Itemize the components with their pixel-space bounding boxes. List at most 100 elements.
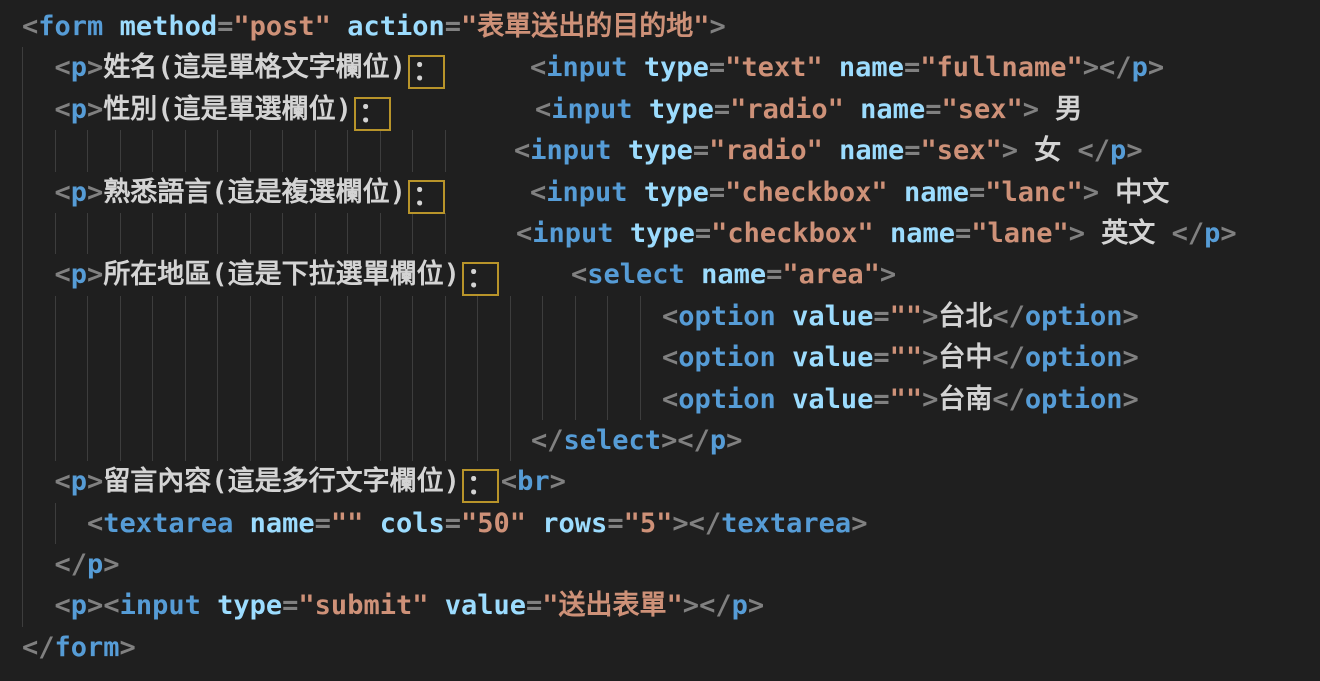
attribute-token: name — [890, 218, 955, 249]
punctuation-token: = — [526, 590, 542, 621]
text-token — [844, 94, 860, 125]
code-line-head: <p>留言內容(這是多行文字欄位)：<br> — [0, 461, 566, 503]
code-line[interactable]: <p><input type="submit" value="送出表單"></p… — [0, 585, 1320, 626]
string-token: "50" — [461, 508, 526, 539]
indent-guide — [445, 337, 446, 378]
indent-guide — [510, 379, 511, 420]
indent-guide — [120, 379, 121, 420]
indent-guide — [477, 337, 478, 378]
code-line[interactable]: <option value="">台南</option> — [0, 379, 1320, 420]
text-token — [685, 259, 701, 290]
unicode-highlight-box: ： — [354, 97, 391, 131]
indent-guide — [380, 213, 381, 254]
indent-guide — [217, 296, 218, 337]
code-line[interactable]: </form> — [0, 627, 1320, 668]
tag-token: option — [678, 342, 776, 373]
indent-guide — [412, 337, 413, 378]
punctuation-token: </ — [1078, 135, 1111, 166]
indent-guide — [445, 379, 446, 420]
punctuation-token: > — [87, 52, 103, 83]
indent-guide — [250, 337, 251, 378]
punctuation-token: > — [880, 259, 896, 290]
code-line[interactable]: <option value="">台中</option> — [0, 337, 1320, 378]
indent-guide — [477, 296, 478, 337]
indent-guide — [380, 337, 381, 378]
string-token: "area" — [782, 259, 880, 290]
string-token: "submit" — [298, 590, 428, 621]
string-token: "fullname" — [920, 52, 1083, 83]
code-line[interactable]: <option value="">台北</option> — [0, 296, 1320, 337]
unicode-highlight-box: ： — [408, 55, 445, 89]
tag-token: option — [1025, 342, 1123, 373]
punctuation-token: < — [530, 52, 546, 83]
indent-guide — [120, 420, 121, 461]
indent-guide — [55, 420, 56, 461]
indent-guide — [315, 337, 316, 378]
code-line[interactable]: </p> — [0, 544, 1320, 585]
code-line[interactable]: <input type="checkbox" name="lane"> 英文 <… — [0, 213, 1320, 254]
tag-token: select — [564, 425, 662, 456]
punctuation-token: > — [748, 590, 764, 621]
punctuation-token: > — [120, 632, 136, 663]
punctuation-token: > — [1002, 135, 1018, 166]
code-line[interactable]: <input type="radio" name="sex"> 女 </p> — [0, 130, 1320, 171]
code-line-tail: <option value="">台南</option> — [662, 379, 1139, 420]
text-token — [428, 590, 444, 621]
indent-guide — [185, 296, 186, 337]
text-token — [776, 301, 792, 332]
tag-token: input — [120, 590, 201, 621]
indent-guide — [640, 337, 641, 378]
punctuation-token: < — [55, 94, 71, 125]
tag-token: p — [87, 549, 103, 580]
punctuation-token: </ — [689, 508, 722, 539]
tag-token: p — [71, 259, 87, 290]
tag-token: p — [1204, 218, 1220, 249]
code-line[interactable]: <p>留言內容(這是多行文字欄位)：<br> — [0, 461, 1320, 502]
text-token: 姓名(這是單格文字欄位) — [103, 52, 406, 83]
text-token — [201, 590, 217, 621]
code-line[interactable]: <p>熟悉語言(這是複選欄位)：<input type="checkbox" n… — [0, 172, 1320, 213]
punctuation-token: = — [693, 135, 709, 166]
string-token: "checkbox" — [725, 177, 888, 208]
punctuation-token: > — [1220, 218, 1236, 249]
indent-guide — [315, 296, 316, 337]
punctuation-token: = — [766, 259, 782, 290]
code-editor[interactable]: <form method="post" action="表單送出的目的地"> <… — [0, 0, 1320, 681]
text-token — [22, 52, 55, 83]
indent-guide — [542, 379, 543, 420]
indent-guide — [510, 296, 511, 337]
indent-guide — [282, 379, 283, 420]
code-line[interactable]: <form method="post" action="表單送出的目的地"> — [0, 6, 1320, 47]
tag-token: p — [1110, 135, 1126, 166]
punctuation-token: < — [662, 342, 678, 373]
indent-guide — [380, 379, 381, 420]
punctuation-token: </ — [992, 384, 1025, 415]
tag-token: input — [546, 177, 627, 208]
indent-guide — [87, 420, 88, 461]
code-line[interactable]: </select></p> — [0, 420, 1320, 461]
indent-guide — [87, 296, 88, 337]
code-line-head: <p>性別(這是單選欄位)： — [0, 89, 393, 131]
code-line[interactable]: <p>姓名(這是單格文字欄位)：<input type="text" name=… — [0, 47, 1320, 88]
text-token: 性別(這是單選欄位) — [103, 94, 352, 125]
punctuation-token: </ — [531, 425, 564, 456]
punctuation-token: > — [1023, 94, 1039, 125]
attribute-token: method — [120, 11, 218, 42]
indent-guide — [510, 420, 511, 461]
indent-guide — [542, 296, 543, 337]
text-token — [22, 466, 55, 497]
string-token: "lanc" — [985, 177, 1083, 208]
indent-guide — [347, 130, 348, 171]
code-line-head: <p>所在地區(這是下拉選單欄位)： — [0, 254, 501, 296]
tag-token: textarea — [103, 508, 233, 539]
punctuation-token: > — [1148, 52, 1164, 83]
punctuation-token: > — [726, 425, 742, 456]
indent-guide — [152, 420, 153, 461]
code-line[interactable]: <p>所在地區(這是下拉選單欄位)：<select name="area"> — [0, 254, 1320, 295]
indent-guide — [185, 379, 186, 420]
text-token — [776, 342, 792, 373]
code-line[interactable]: <p>性別(這是單選欄位)：<input type="radio" name="… — [0, 89, 1320, 130]
code-line[interactable]: <textarea name="" cols="50" rows="5"></t… — [0, 503, 1320, 544]
indent-guide — [22, 130, 23, 171]
indent-guide — [22, 379, 23, 420]
